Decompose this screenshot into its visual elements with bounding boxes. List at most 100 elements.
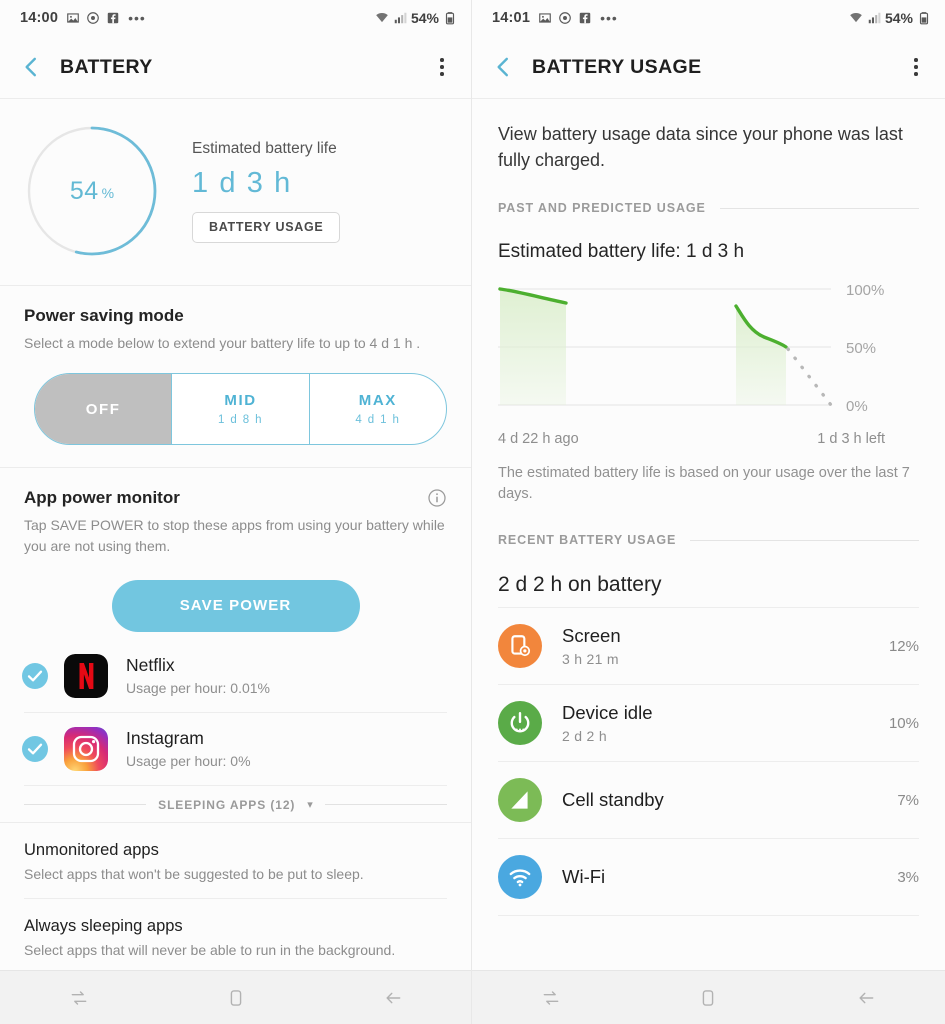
power-mode-off[interactable]: OFF — [35, 374, 172, 445]
device-idle-name: Device idle — [562, 702, 653, 724]
overflow-menu-icon[interactable] — [431, 58, 453, 76]
facebook-icon — [107, 12, 119, 24]
usage-row-wifi[interactable]: Wi-Fi 3% — [472, 839, 945, 915]
power-mode-max-detail: 4 d 1 h — [355, 414, 401, 427]
monitored-app-row-netflix[interactable]: Netflix Usage per hour: 0.01% — [0, 640, 471, 712]
screen-name: Screen — [562, 625, 621, 647]
page-title: BATTERY — [60, 55, 153, 78]
battery-ring-gauge: 54 % — [24, 123, 160, 259]
monitored-app-row-instagram[interactable]: Instagram Usage per hour: 0% — [0, 713, 471, 785]
clock-icon — [559, 12, 571, 24]
wifi-text: Wi-Fi — [562, 866, 605, 888]
battery-icon — [445, 12, 455, 25]
unmonitored-apps-subtitle: Select apps that won't be suggested to b… — [24, 865, 364, 882]
recent-usage-section-header: RECENT BATTERY USAGE — [472, 533, 945, 547]
battery-percent-unit: % — [101, 185, 115, 201]
battery-summary: 54 % Estimated battery life 1 d 3 h BATT… — [0, 99, 471, 285]
netflix-name: Netflix — [126, 655, 175, 676]
battery-usage-screen: 14:01 ••• 54% BATTERY USAGE View battery — [472, 0, 945, 1024]
power-mode-mid-detail: 1 d 8 h — [218, 414, 263, 427]
estimate-basis-note: The estimated battery life is based on y… — [498, 465, 910, 503]
sleeping-apps-toggle[interactable]: SLEEPING APPS (12) ▾ — [24, 798, 447, 812]
power-mode-off-label: OFF — [85, 400, 121, 418]
netflix-text: Netflix Usage per hour: 0.01% — [126, 655, 270, 696]
cellular-signal-icon — [868, 12, 881, 24]
status-right-icons-right: 54% — [849, 10, 931, 26]
power-mode-mid-label: MID — [224, 392, 257, 410]
chart-x-end-label: 1 d 3 h left — [817, 431, 885, 448]
screen-text: Screen 3 h 21 m — [562, 625, 621, 667]
app-monitor-header: App power monitor — [24, 488, 447, 508]
app-bar-left: BATTERY — [0, 36, 471, 98]
power-mode-mid[interactable]: MID 1 d 8 h — [171, 374, 308, 445]
always-sleeping-title: Always sleeping apps — [24, 916, 183, 935]
instagram-checkbox[interactable] — [22, 735, 48, 762]
usage-intro-text: View battery usage data since your phone… — [498, 124, 903, 171]
power-mode-max[interactable]: MAX 4 d 1 h — [308, 374, 446, 445]
netflix-usage: Usage per hour: 0.01% — [126, 680, 270, 697]
usage-row-screen[interactable]: Screen 3 h 21 m 12% — [472, 608, 945, 684]
instagram-text: Instagram Usage per hour: 0% — [126, 728, 251, 769]
home-button[interactable] — [680, 978, 736, 1018]
power-saving-section: Power saving mode Select a mode below to… — [0, 286, 471, 353]
svg-text:50%: 50% — [846, 340, 876, 357]
sleeping-rule-left — [24, 804, 147, 806]
back-arrow-icon[interactable] — [838, 978, 894, 1018]
battery-icon — [919, 12, 929, 25]
recents-button[interactable] — [51, 978, 107, 1018]
image-icon — [539, 13, 551, 23]
save-power-button[interactable]: SAVE POWER — [111, 579, 360, 632]
facebook-icon — [579, 12, 591, 24]
status-notification-icons: ••• — [66, 10, 146, 26]
estimate-caption: Estimated battery life — [192, 139, 337, 157]
wifi-icon — [498, 855, 542, 900]
usage-divider-4 — [498, 915, 919, 917]
instagram-icon — [64, 726, 108, 771]
wifi-icon — [850, 12, 862, 23]
power-saving-segmented-control[interactable]: OFF MID 1 d 8 h MAX 4 d 1 h — [34, 373, 447, 446]
unmonitored-apps-section[interactable]: Unmonitored apps Select apps that won't … — [0, 823, 471, 882]
back-arrow-icon[interactable] — [365, 978, 421, 1018]
netflix-icon — [64, 653, 108, 698]
screen-icon — [498, 624, 542, 669]
status-time-right: 14:01 — [492, 10, 531, 26]
netflix-checkbox[interactable] — [22, 662, 48, 689]
total-on-battery: 2 d 2 h on battery — [498, 573, 662, 597]
recent-usage-rule — [690, 539, 919, 541]
recents-button[interactable] — [523, 978, 579, 1018]
battery-estimate-block: Estimated battery life 1 d 3 h BATTERY U… — [192, 139, 341, 243]
battery-ring-label: 54 % — [24, 123, 160, 259]
battery-screen: 14:00 ••• 54% BATTERY 54 % Estimated bat… — [0, 0, 472, 1024]
wifi-name: Wi-Fi — [562, 866, 606, 888]
always-sleeping-apps-section[interactable]: Always sleeping apps Select apps that wi… — [0, 899, 471, 958]
cell-standby-name: Cell standby — [562, 789, 664, 811]
svg-text:100%: 100% — [846, 282, 884, 299]
status-battery-percent: 54% — [410, 10, 439, 26]
estimate-value: 1 d 3 h — [192, 166, 292, 199]
chart-x-start-label: 4 d 22 h ago — [498, 431, 579, 448]
back-chevron-icon[interactable] — [18, 54, 44, 80]
app-monitor-title: App power monitor — [24, 488, 180, 508]
navigation-bar-right — [472, 970, 945, 1024]
past-usage-section-header: PAST AND PREDICTED USAGE — [472, 201, 945, 215]
status-time: 14:00 — [20, 10, 59, 26]
status-notification-icons-right: ••• — [538, 10, 618, 26]
status-bar-right: 14:01 ••• 54% — [472, 0, 945, 36]
usage-row-device-idle[interactable]: Device idle 2 d 2 h 10% — [472, 685, 945, 761]
info-icon[interactable] — [427, 488, 447, 508]
status-bar-left: 14:00 ••• 54% — [0, 0, 471, 36]
more-icon: ••• — [128, 10, 146, 26]
past-usage-label: PAST AND PREDICTED USAGE — [498, 201, 706, 216]
dual-screenshot: 14:00 ••• 54% BATTERY 54 % Estimated bat… — [0, 0, 945, 1024]
usage-row-cell-standby[interactable]: Cell standby 7% — [472, 762, 945, 838]
overflow-menu-icon[interactable] — [905, 58, 927, 76]
cellular-signal-icon — [394, 12, 407, 24]
wifi-icon — [376, 12, 388, 23]
chevron-down-icon[interactable]: ▾ — [307, 798, 313, 811]
recent-usage-label: RECENT BATTERY USAGE — [498, 533, 677, 548]
page-title-right: BATTERY USAGE — [532, 55, 702, 78]
back-chevron-icon[interactable] — [490, 54, 516, 80]
home-button[interactable] — [208, 978, 264, 1018]
battery-usage-button[interactable]: BATTERY USAGE — [192, 211, 341, 243]
estimated-battery-life-line: Estimated battery life: 1 d 3 h — [498, 241, 745, 263]
